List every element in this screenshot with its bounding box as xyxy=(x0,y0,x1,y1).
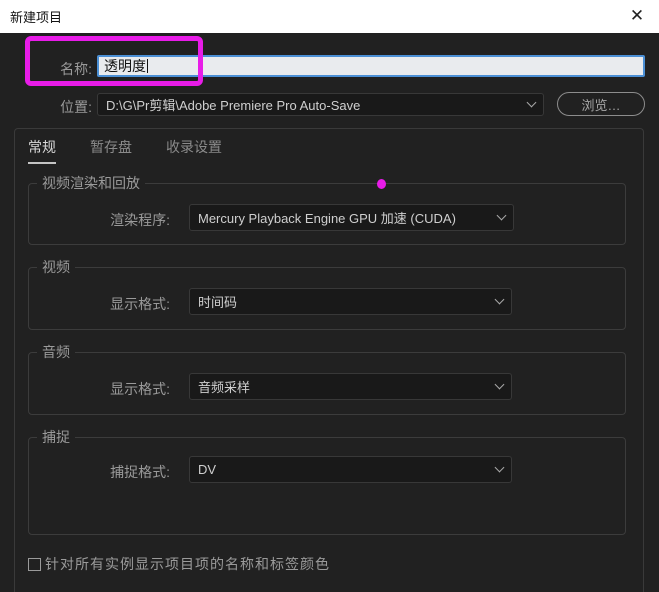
audio-display-format-value: 音频采样 xyxy=(198,380,251,395)
close-icon[interactable]: ✕ xyxy=(623,2,651,30)
text-caret xyxy=(147,59,148,73)
video-display-format-dropdown[interactable]: 时间码 xyxy=(189,288,512,315)
section-video-rendering: 视频渲染和回放 渲染程序: Mercury Playback Engine GP… xyxy=(28,175,626,245)
section-capture: 捕捉 捕捉格式: DV xyxy=(28,429,626,535)
section-audio-legend: 音频 xyxy=(37,344,75,361)
renderer-value: Mercury Playback Engine GPU 加速 (CUDA) xyxy=(198,211,456,226)
video-display-format-value: 时间码 xyxy=(198,295,238,310)
display-names-checkbox[interactable] xyxy=(28,557,41,571)
browse-button[interactable]: 浏览… xyxy=(557,92,645,116)
capture-format-label: 捕捉格式: xyxy=(110,464,170,480)
section-video-rendering-legend: 视频渲染和回放 xyxy=(37,175,145,192)
name-label: 名称: xyxy=(60,61,92,77)
renderer-dropdown[interactable]: Mercury Playback Engine GPU 加速 (CUDA) xyxy=(189,204,514,231)
capture-format-value: DV xyxy=(198,462,217,477)
project-name-value: 透明度 xyxy=(104,58,146,74)
title-bar: 新建项目 ✕ xyxy=(0,0,659,33)
audio-display-format-label: 显示格式: xyxy=(110,381,170,397)
general-tab-panel: 视频渲染和回放 渲染程序: Mercury Playback Engine GP… xyxy=(14,128,644,592)
audio-display-format-dropdown[interactable]: 音频采样 xyxy=(189,373,512,400)
location-dropdown[interactable]: D:\G\Pr剪辑\Adobe Premiere Pro Auto-Save xyxy=(97,93,544,116)
dialog-title: 新建项目 xyxy=(10,10,63,25)
project-name-input[interactable]: 透明度 xyxy=(97,55,645,77)
section-audio: 音频 显示格式: 音频采样 xyxy=(28,344,626,415)
section-video: 视频 显示格式: 时间码 xyxy=(28,259,626,330)
display-names-checkbox-row: 针对所有实例显示项目项的名称和标签颜色 xyxy=(28,554,330,574)
location-value: D:\G\Pr剪辑\Adobe Premiere Pro Auto-Save xyxy=(106,98,361,113)
renderer-label: 渲染程序: xyxy=(110,212,170,228)
new-project-dialog: 新建项目 ✕ 名称: 透明度 位置: D:\G\Pr剪辑\Adobe Premi… xyxy=(0,0,659,592)
chevron-down-icon xyxy=(526,97,537,108)
chevron-down-icon xyxy=(494,379,505,390)
chevron-down-icon xyxy=(494,294,505,305)
chevron-down-icon xyxy=(496,210,507,221)
section-capture-legend: 捕捉 xyxy=(37,429,75,446)
location-label: 位置: xyxy=(60,99,92,115)
chevron-down-icon xyxy=(494,462,505,473)
section-video-legend: 视频 xyxy=(37,259,75,276)
capture-format-dropdown[interactable]: DV xyxy=(189,456,512,483)
video-display-format-label: 显示格式: xyxy=(110,296,170,312)
display-names-checkbox-label: 针对所有实例显示项目项的名称和标签颜色 xyxy=(45,556,330,572)
